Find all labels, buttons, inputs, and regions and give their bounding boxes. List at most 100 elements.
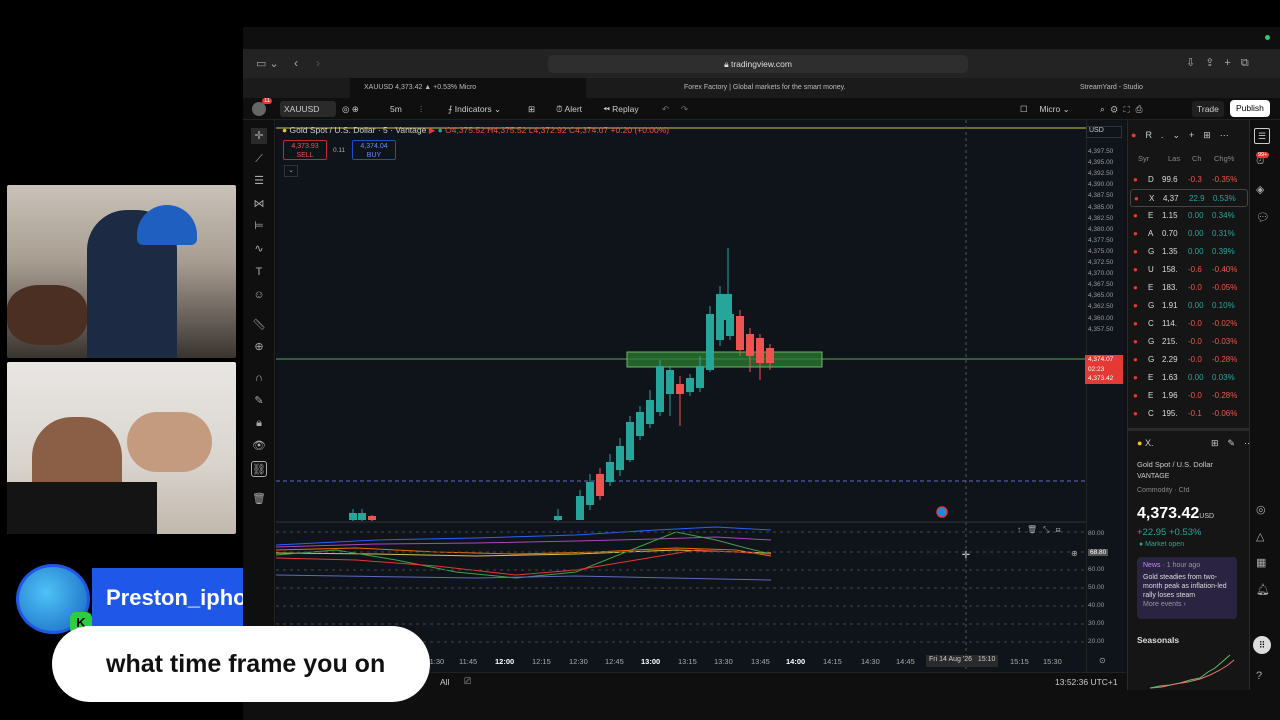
watchlist-row[interactable]: ● E 183. -0.0 -0.05% [1130,279,1248,297]
symbol-flag-icon: ● [1133,409,1138,418]
watchlist-row[interactable]: ● E 1.63 0.00 0.03% [1130,369,1248,387]
watchlist-row[interactable]: ● A 0.70 0.00 0.31% [1130,225,1248,243]
currency-label[interactable]: USD [1086,126,1122,138]
resistance-zone[interactable] [626,351,823,368]
candle-body [636,412,644,436]
tab-streamyard[interactable]: StreamYard - Studio [1066,78,1266,98]
ideas-icon[interactable]: △ [1256,530,1264,543]
indicators-button[interactable]: ⨍ Indicators ⌄ [448,98,501,120]
account-selector[interactable]: ☐ Micro ⌄ [1020,98,1070,120]
price-chart-svg[interactable]: ✛ [276,120,1086,672]
url-field[interactable]: 🔒︎ tradingview.com [548,55,968,73]
forward-icon[interactable]: › [316,56,320,70]
notifications-icon[interactable]: 🔔︎ [1256,583,1270,596]
sell-button[interactable]: 4,373.93 SELL [283,140,327,160]
time-axis-settings-icon[interactable]: ⊙ [1099,656,1106,665]
row-change-pct: 0.53% [1213,194,1236,203]
profile-avatar[interactable] [252,102,266,116]
seasonals-title[interactable]: Seasonals [1137,635,1179,645]
trash-icon[interactable]: 🗑︎ [251,491,267,507]
link-icon[interactable]: ⛓︎ [251,461,267,477]
event-flag-icon[interactable] [936,506,948,518]
row-change: 0.00 [1188,301,1204,310]
watchlist-row[interactable]: ● C 114. -0.0 -0.02% [1130,315,1248,333]
zoom-icon[interactable]: ⊕ [251,339,267,355]
col-header-change-pct[interactable]: Chg% [1214,154,1234,163]
date-range-icon[interactable]: ⎚ [464,676,471,687]
collapse-legend-icon[interactable]: ⌄ [284,165,298,177]
watchlist-row[interactable]: ● G 1.35 0.00 0.39% [1130,243,1248,261]
eye-icon[interactable]: 👁︎ [251,438,267,454]
spread-value: 0.11 [333,147,346,154]
crosshair-date-label: Fri 14 Aug '26 15:10 [926,655,999,667]
watchlist-header-icons[interactable]: ●R.⌄+⊞⋯ [1131,130,1238,141]
row-change-pct: -0.05% [1212,283,1238,292]
news-card[interactable]: News · 1 hour ago Gold steadies from two… [1137,557,1237,619]
measure-icon[interactable]: ⊨ [251,218,267,234]
watchlist-row[interactable]: ● D 99.6 -0.3 -0.35% [1130,171,1248,189]
col-header-symbol[interactable]: Syr [1138,154,1149,163]
ruler-icon[interactable]: 📏︎ [251,317,267,333]
candle-body [724,294,732,320]
magnet-icon[interactable]: ∩ [251,370,267,386]
chart-type-icon[interactable]: ⫶ [420,98,422,120]
fib-icon[interactable]: ☰ [251,173,267,189]
osc-pane-controls[interactable]: ↑🗑︎⤡⊟ [1017,525,1067,535]
back-icon[interactable]: ‹ [294,56,298,70]
utc-clock[interactable]: 13:52:36 UTC+1 [1055,677,1118,687]
calendar-icon[interactable]: ▦ [1256,556,1266,569]
text-icon[interactable]: T [251,264,267,280]
apps-grid-icon[interactable]: ⠿ [1253,636,1271,654]
watchlist-row[interactable]: ● C 195. -0.1 -0.06% [1130,405,1248,423]
account-label: Micro [1039,104,1061,114]
add-symbol-icon[interactable]: ◎ ⊕ [342,98,359,120]
undo-redo-icons[interactable]: ↶ ↷ [662,98,688,120]
sidebar-toggle-icon[interactable]: ▭ ⌄ [256,57,279,70]
replay-icon: ⏪︎ [603,104,613,114]
browser-actions-icons[interactable]: ⇩⇪+⧉ [1186,56,1259,70]
col-header-change[interactable]: Ch [1192,154,1202,163]
trendline-icon[interactable]: ⟋ [251,151,267,167]
chat-icon[interactable]: 💬︎ [1256,211,1270,224]
details-header-icons[interactable]: ⊞✎⋯ [1153,438,1262,448]
watchlist-row[interactable]: ● E 1.96 -0.0 -0.28% [1130,387,1248,405]
symbol-flag-icon: ● [1133,319,1138,328]
publish-button[interactable]: Publish [1230,100,1270,117]
crosshair-icon[interactable]: ✛ [251,128,267,144]
replay-button[interactable]: ⏪︎ Replay [603,98,639,120]
watchlist-row[interactable]: ● X 4,37 22.9 0.53% [1130,189,1248,207]
emoji-icon[interactable]: ☺ [251,287,267,303]
symbol-search[interactable]: XAUUSD [280,101,336,117]
watchlist-row[interactable]: ● G 1.91 0.00 0.10% [1130,297,1248,315]
watchlist-row[interactable]: ● U 158. -0.6 -0.40% [1130,261,1248,279]
col-header-last[interactable]: Las [1168,154,1180,163]
candle-body [586,482,594,505]
help-icon[interactable]: ? [1256,670,1262,682]
pattern-icon[interactable]: ⋈ [251,196,267,212]
price-axis-label: 4,387.50 [1088,192,1114,200]
trade-button[interactable]: Trade [1192,101,1224,117]
target-icon[interactable]: ◎ [1256,503,1266,516]
interval-button[interactable]: 5m [390,98,402,120]
range-all-button[interactable]: All [440,677,449,687]
brush-icon[interactable]: ∿ [251,241,267,257]
watchlist-icon[interactable]: ☰ [1254,128,1270,144]
toolbar-right-icons[interactable]: ⌕⚙⛶⎙ [1100,98,1148,120]
more-events-link[interactable]: More events › [1143,600,1231,609]
alert-button[interactable]: ⏰︎ Alert [556,98,582,120]
buy-button[interactable]: 4,374.04 BUY [352,140,396,160]
watchlist-row[interactable]: ● G 215. -0.0 -0.03% [1130,333,1248,351]
layers-icon[interactable]: ◈ [1256,183,1264,196]
watchlist-row[interactable]: ● E 1.15 0.00 0.34% [1130,207,1248,225]
symbol-legend[interactable]: ● Gold Spot / U.S. Dollar · 5 · Vantage … [282,125,669,136]
layouts-icon[interactable]: ⊞ [528,98,535,120]
watchlist-row[interactable]: ● G 2.29 -0.0 -0.28% [1130,351,1248,369]
details-header[interactable]: ● X. ⊞✎⋯ [1137,438,1262,449]
tab-tradingview[interactable]: XAUUSD 4,373.42 ▲ +0.53% Micro [350,78,586,98]
tab-forex-factory[interactable]: Forex Factory | Global markets for the s… [670,78,930,98]
row-symbol: G [1148,301,1155,310]
add-level-icon[interactable]: ⊕ [1071,549,1078,558]
pencil-lock-icon[interactable]: ✎ [251,393,267,409]
lock-drawings-icon[interactable]: 🔒︎ [251,415,267,431]
lock-icon: 🔒︎ [724,59,731,69]
